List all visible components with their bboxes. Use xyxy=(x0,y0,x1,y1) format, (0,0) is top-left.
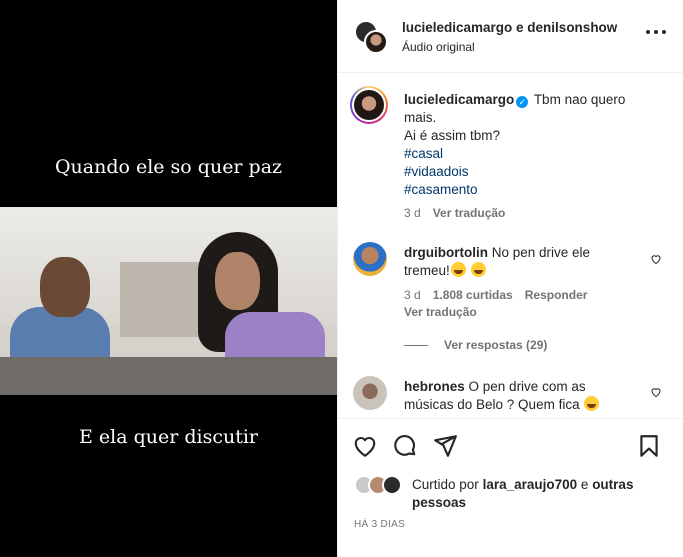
audio-link[interactable]: Áudio original xyxy=(402,40,475,54)
comment-likes-count[interactable]: 1.808 curtidas xyxy=(433,288,513,302)
post-actions: Curtido por lara_araujo700 e outras pess… xyxy=(338,418,683,557)
post-side-panel: lucieledicamargo e denilsonshow Áudio or… xyxy=(337,0,683,557)
avatar xyxy=(364,30,388,54)
bookmark-icon[interactable] xyxy=(636,433,662,459)
liked-by-summary: Curtido por lara_araujo700 e outras pess… xyxy=(412,477,634,510)
reply-button[interactable]: Responder xyxy=(525,288,588,302)
avatar[interactable] xyxy=(353,242,387,276)
caption-meta: 3 d Ver tradução xyxy=(404,206,506,220)
author-avatars[interactable] xyxy=(354,20,390,56)
avatar[interactable] xyxy=(350,86,388,124)
liked-by-user-link[interactable]: lara_araujo700 xyxy=(483,477,578,492)
avatar[interactable] xyxy=(353,376,387,410)
translate-link[interactable]: Ver tradução xyxy=(404,305,477,319)
liked-by-avatars[interactable] xyxy=(354,475,406,495)
grinning-sweat-emoji-icon xyxy=(450,262,466,277)
grinning-sweat-emoji-icon xyxy=(470,262,486,277)
comment-username[interactable]: hebrones xyxy=(404,379,465,394)
comment-username[interactable]: drguibortolin xyxy=(404,245,488,260)
caption-username[interactable]: lucieledicamargo xyxy=(404,92,514,107)
hashtag-link[interactable]: #casal xyxy=(404,145,644,163)
heart-icon[interactable] xyxy=(352,433,378,459)
video-caption-top: Quando ele so quer paz xyxy=(54,156,283,178)
comment-like-heart-icon[interactable] xyxy=(650,386,662,398)
post-timestamp[interactable]: HÁ 3 DIAS xyxy=(354,519,405,530)
post-video[interactable]: Quando ele so quer paz E ela quer discut… xyxy=(0,0,337,557)
comment-icon[interactable] xyxy=(392,433,418,459)
video-frame xyxy=(0,207,337,395)
view-replies-button[interactable]: Ver respostas (29) xyxy=(404,338,547,352)
comment-meta: 3 d 1.808 curtidas Responder xyxy=(404,288,588,302)
post-header: lucieledicamargo e denilsonshow Áudio or… xyxy=(338,0,683,73)
hashtag-link[interactable]: #vidaadois xyxy=(404,163,644,181)
more-horizontal-icon[interactable] xyxy=(646,30,666,38)
grinning-sweat-emoji-icon xyxy=(584,396,600,411)
comment-like-heart-icon[interactable] xyxy=(650,253,662,265)
comments-list[interactable]: lucieledicamargo ✓ Tbm nao quero mais. Ai… xyxy=(338,74,683,418)
verified-badge-icon: ✓ xyxy=(516,96,529,108)
comment-text: hebrones O pen drive com as músicas do B… xyxy=(404,378,634,414)
comment-text: drguibortolin No pen drive ele tremeu! xyxy=(404,245,591,278)
post-caption: lucieledicamargo ✓ Tbm nao quero mais. Ai… xyxy=(404,91,644,199)
post-authors[interactable]: lucieledicamargo e denilsonshow xyxy=(402,20,617,35)
translate-link[interactable]: Ver tradução xyxy=(433,206,506,220)
hashtag-link[interactable]: #casamento xyxy=(404,181,644,199)
video-caption-bottom: E ela quer discutir xyxy=(78,426,259,448)
post-dialog: Quando ele so quer paz E ela quer discut… xyxy=(0,0,683,557)
send-icon[interactable] xyxy=(432,433,458,459)
